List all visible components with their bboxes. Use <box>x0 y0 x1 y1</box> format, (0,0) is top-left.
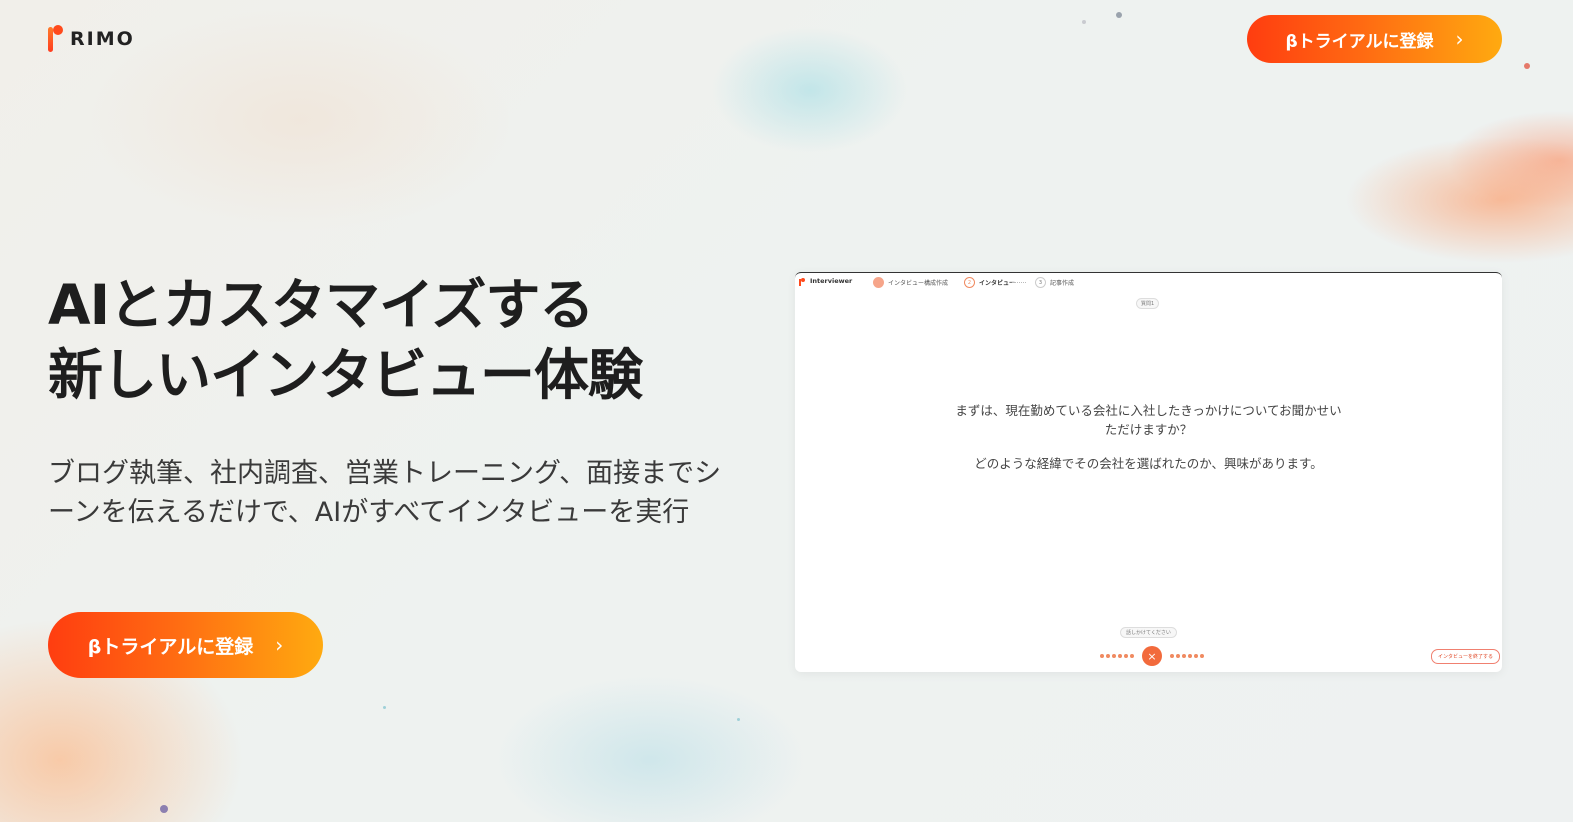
preview-app-name: Interviewer <box>810 277 853 285</box>
hero-cta-label: βトライアルに登録 <box>87 635 254 658</box>
recording-controls: × <box>1100 646 1204 666</box>
end-interview-button[interactable]: インタビューを終了する <box>1431 649 1501 664</box>
preview-step-1: インタビュー構成作成 <box>873 277 948 288</box>
step-label: インタビュー構成作成 <box>888 280 949 287</box>
step-number: 2 <box>964 277 975 288</box>
chevron-right-icon: › <box>275 633 284 657</box>
speak-hint: 話しかけてください <box>1120 627 1177 638</box>
step-connector <box>1012 282 1026 283</box>
audio-wave-icon <box>1100 654 1134 658</box>
question-badge: 質問1 <box>1136 298 1160 309</box>
preview-logo-icon <box>799 278 805 286</box>
question-line1: まずは、現在勤めている会社に入社したきっかけについてお聞かせいただけますか？ <box>955 403 1342 437</box>
hero-title-line1: AIとカスタマイズする <box>48 273 594 337</box>
hero-title-line2: 新しいインタビュー体験 <box>48 343 643 407</box>
close-icon[interactable]: × <box>1142 646 1162 666</box>
header-trial-signup-button[interactable]: βトライアルに登録 › <box>1247 15 1502 63</box>
hero-trial-signup-button[interactable]: βトライアルに登録 › <box>48 612 323 678</box>
question-line2: どのような経緯でその会社を選ばれたのか、興味があります。 <box>974 456 1323 471</box>
product-preview-screenshot: Interviewer インタビュー構成作成 2 インタビュー 3 記事作成 質… <box>795 272 1502 672</box>
site-header: RIMO βトライアルに登録 › <box>0 0 1573 80</box>
interview-question: まずは、現在勤めている会社に入社したきっかけについてお聞かせいただけますか？ ど… <box>950 401 1347 473</box>
header-cta-label: βトライアルに登録 <box>1285 31 1434 52</box>
preview-step-3: 3 記事作成 <box>1035 277 1074 288</box>
brand-name: RIMO <box>70 28 135 50</box>
step-label: 記事作成 <box>1050 280 1075 287</box>
decor-dot <box>383 706 386 709</box>
decor-dot <box>160 805 168 813</box>
preview-step-2: 2 インタビュー <box>964 277 1015 288</box>
brand-logo[interactable]: RIMO <box>48 25 135 53</box>
rimo-logo-mark <box>48 25 63 53</box>
step-number: 3 <box>1035 277 1046 288</box>
hero-section: AIとカスタマイズする 新しいインタビュー体験 ブログ執筆、社内調査、営業トレー… <box>48 270 768 532</box>
hero-subtitle: ブログ執筆、社内調査、営業トレーニング、面接までシーンを伝えるだけで、AIがすべ… <box>48 458 722 528</box>
step-number <box>873 277 884 288</box>
step-label: インタビュー <box>979 280 1016 287</box>
preview-topbar: Interviewer インタビュー構成作成 2 インタビュー 3 記事作成 <box>795 273 1502 293</box>
chevron-right-icon: › <box>1455 27 1464 51</box>
audio-wave-icon <box>1170 654 1204 658</box>
decor-dot <box>737 718 740 721</box>
hero-title: AIとカスタマイズする 新しいインタビュー体験 <box>48 270 768 410</box>
